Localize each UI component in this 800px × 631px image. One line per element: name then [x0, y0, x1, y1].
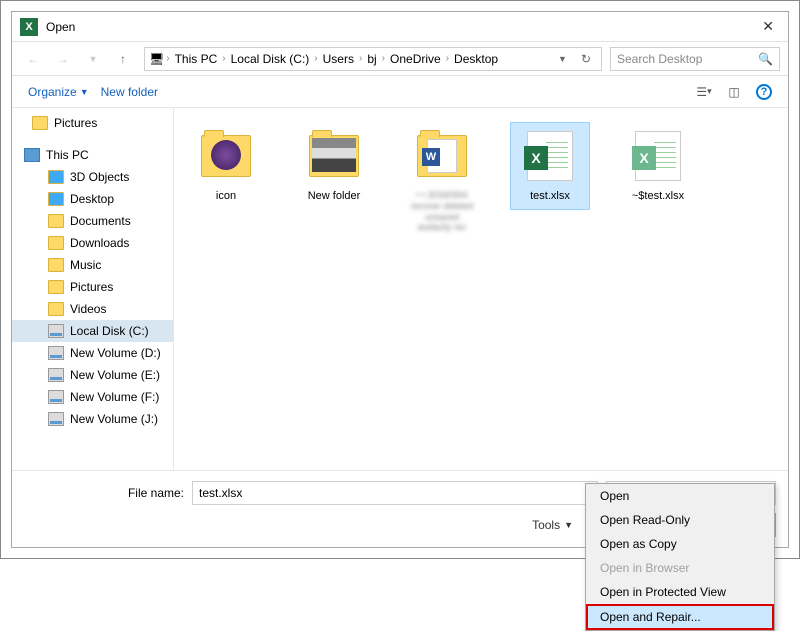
chevron-right-icon: › [166, 53, 169, 64]
forward-button[interactable]: → [50, 46, 76, 72]
recent-dropdown-icon[interactable]: ▼ [80, 46, 106, 72]
close-button[interactable]: ✕ [756, 18, 780, 35]
window-title: Open [46, 20, 756, 34]
drive-icon [48, 368, 64, 382]
file-item-icon-folder[interactable]: icon [186, 122, 266, 210]
chevron-right-icon: › [222, 53, 225, 64]
filename-label: File name: [24, 486, 184, 500]
music-icon [48, 258, 64, 272]
excel-file-icon [527, 131, 573, 181]
dialog-body: Pictures This PC 3D Objects Desktop Docu… [12, 108, 788, 470]
menu-open-as-copy[interactable]: Open as Copy [586, 532, 774, 556]
breadcrumb[interactable]: 🖥 › This PC › Local Disk (C:) › Users › … [144, 47, 602, 71]
tree-this-pc[interactable]: This PC [12, 144, 173, 166]
title-bar: X Open ✕ [12, 12, 788, 42]
file-item-new-folder[interactable]: New folder [294, 122, 374, 210]
bc-localdisk[interactable]: Local Disk (C:) [228, 52, 313, 66]
file-item-test-xlsx[interactable]: test.xlsx [510, 122, 590, 210]
pictures-icon [48, 280, 64, 294]
documents-icon [48, 214, 64, 228]
excel-icon: X [20, 18, 38, 36]
menu-open-and-repair[interactable]: Open and Repair... [586, 604, 774, 630]
tree-volume-f[interactable]: New Volume (F:) [12, 386, 173, 408]
tree-desktop[interactable]: Desktop [12, 188, 173, 210]
preview-pane-button[interactable]: ◫ [720, 80, 748, 104]
folder-icon [417, 135, 467, 177]
pc-icon [24, 148, 40, 162]
tree-music[interactable]: Music [12, 254, 173, 276]
toolbar: Organize▼ New folder ☰ ▾ ◫ ? [12, 76, 788, 108]
search-placeholder: Search Desktop [617, 52, 702, 66]
tree-3d-objects[interactable]: 3D Objects [12, 166, 173, 188]
chevron-right-icon: › [359, 53, 362, 64]
file-item-temp-xlsx[interactable]: ~$test.xlsx [618, 122, 698, 210]
breadcrumb-dropdown-icon[interactable]: ▼ [552, 54, 573, 64]
search-input[interactable]: Search Desktop 🔍 [610, 47, 780, 71]
tree-pictures-quick[interactable]: Pictures [12, 112, 173, 134]
drive-icon [48, 412, 64, 426]
chevron-right-icon: › [314, 53, 317, 64]
new-folder-button[interactable]: New folder [95, 81, 164, 103]
videos-icon [48, 302, 64, 316]
tree-pictures[interactable]: Pictures [12, 276, 173, 298]
excel-file-icon [635, 131, 681, 181]
menu-open[interactable]: Open [586, 484, 774, 508]
3dobjects-icon [48, 170, 64, 184]
pc-icon: 🖥 [149, 52, 164, 66]
word-doc-icon [427, 139, 457, 173]
organize-button[interactable]: Organize▼ [22, 81, 95, 103]
bc-onedrive[interactable]: OneDrive [387, 52, 444, 66]
drive-icon [48, 346, 64, 360]
menu-open-in-browser: Open in Browser [586, 556, 774, 580]
filename-input[interactable]: test.xlsx ▼ [192, 481, 598, 505]
downloads-icon [48, 236, 64, 250]
tree-volume-e[interactable]: New Volume (E:) [12, 364, 173, 386]
search-icon: 🔍 [758, 52, 773, 66]
chevron-right-icon: › [382, 53, 385, 64]
back-button[interactable]: ← [20, 46, 46, 72]
bc-desktop[interactable]: Desktop [451, 52, 501, 66]
tree-documents[interactable]: Documents [12, 210, 173, 232]
tree-videos[interactable]: Videos [12, 298, 173, 320]
bc-users[interactable]: Users [320, 52, 357, 66]
help-button[interactable]: ? [750, 80, 778, 104]
tree-volume-d[interactable]: New Volume (D:) [12, 342, 173, 364]
chevron-right-icon: › [446, 53, 449, 64]
menu-open-readonly[interactable]: Open Read-Only [586, 508, 774, 532]
up-button[interactable]: ↑ [110, 46, 136, 72]
chevron-down-icon: ▼ [80, 87, 89, 97]
folder-icon [309, 135, 359, 177]
file-list[interactable]: icon New folder • • 30340904 recover del… [174, 108, 788, 470]
desktop-icon [48, 192, 64, 206]
chevron-down-icon: ▼ [564, 520, 573, 530]
drive-icon [48, 390, 64, 404]
nav-bar: ← → ▼ ↑ 🖥 › This PC › Local Disk (C:) › … [12, 42, 788, 76]
folder-icon [201, 135, 251, 177]
folder-icon [32, 116, 48, 130]
nav-tree[interactable]: Pictures This PC 3D Objects Desktop Docu… [12, 108, 174, 470]
open-dialog: X Open ✕ ← → ▼ ↑ 🖥 › This PC › Local Dis… [11, 11, 789, 548]
bc-bj[interactable]: bj [364, 52, 379, 66]
open-dropdown-menu: Open Open Read-Only Open as Copy Open in… [585, 483, 775, 631]
drive-icon [48, 324, 64, 338]
bc-this-pc[interactable]: This PC [172, 52, 221, 66]
refresh-button[interactable]: ↻ [575, 52, 597, 66]
menu-open-protected-view[interactable]: Open in Protected View [586, 580, 774, 604]
tree-volume-j[interactable]: New Volume (J:) [12, 408, 173, 430]
view-options-button[interactable]: ☰ ▾ [690, 80, 718, 104]
file-item-word-doc[interactable]: • • 30340904 recover deleted unsaved aud… [402, 122, 482, 239]
tree-local-disk-c[interactable]: Local Disk (C:) [12, 320, 173, 342]
tree-downloads[interactable]: Downloads [12, 232, 173, 254]
tools-button[interactable]: Tools▼ [532, 518, 573, 532]
